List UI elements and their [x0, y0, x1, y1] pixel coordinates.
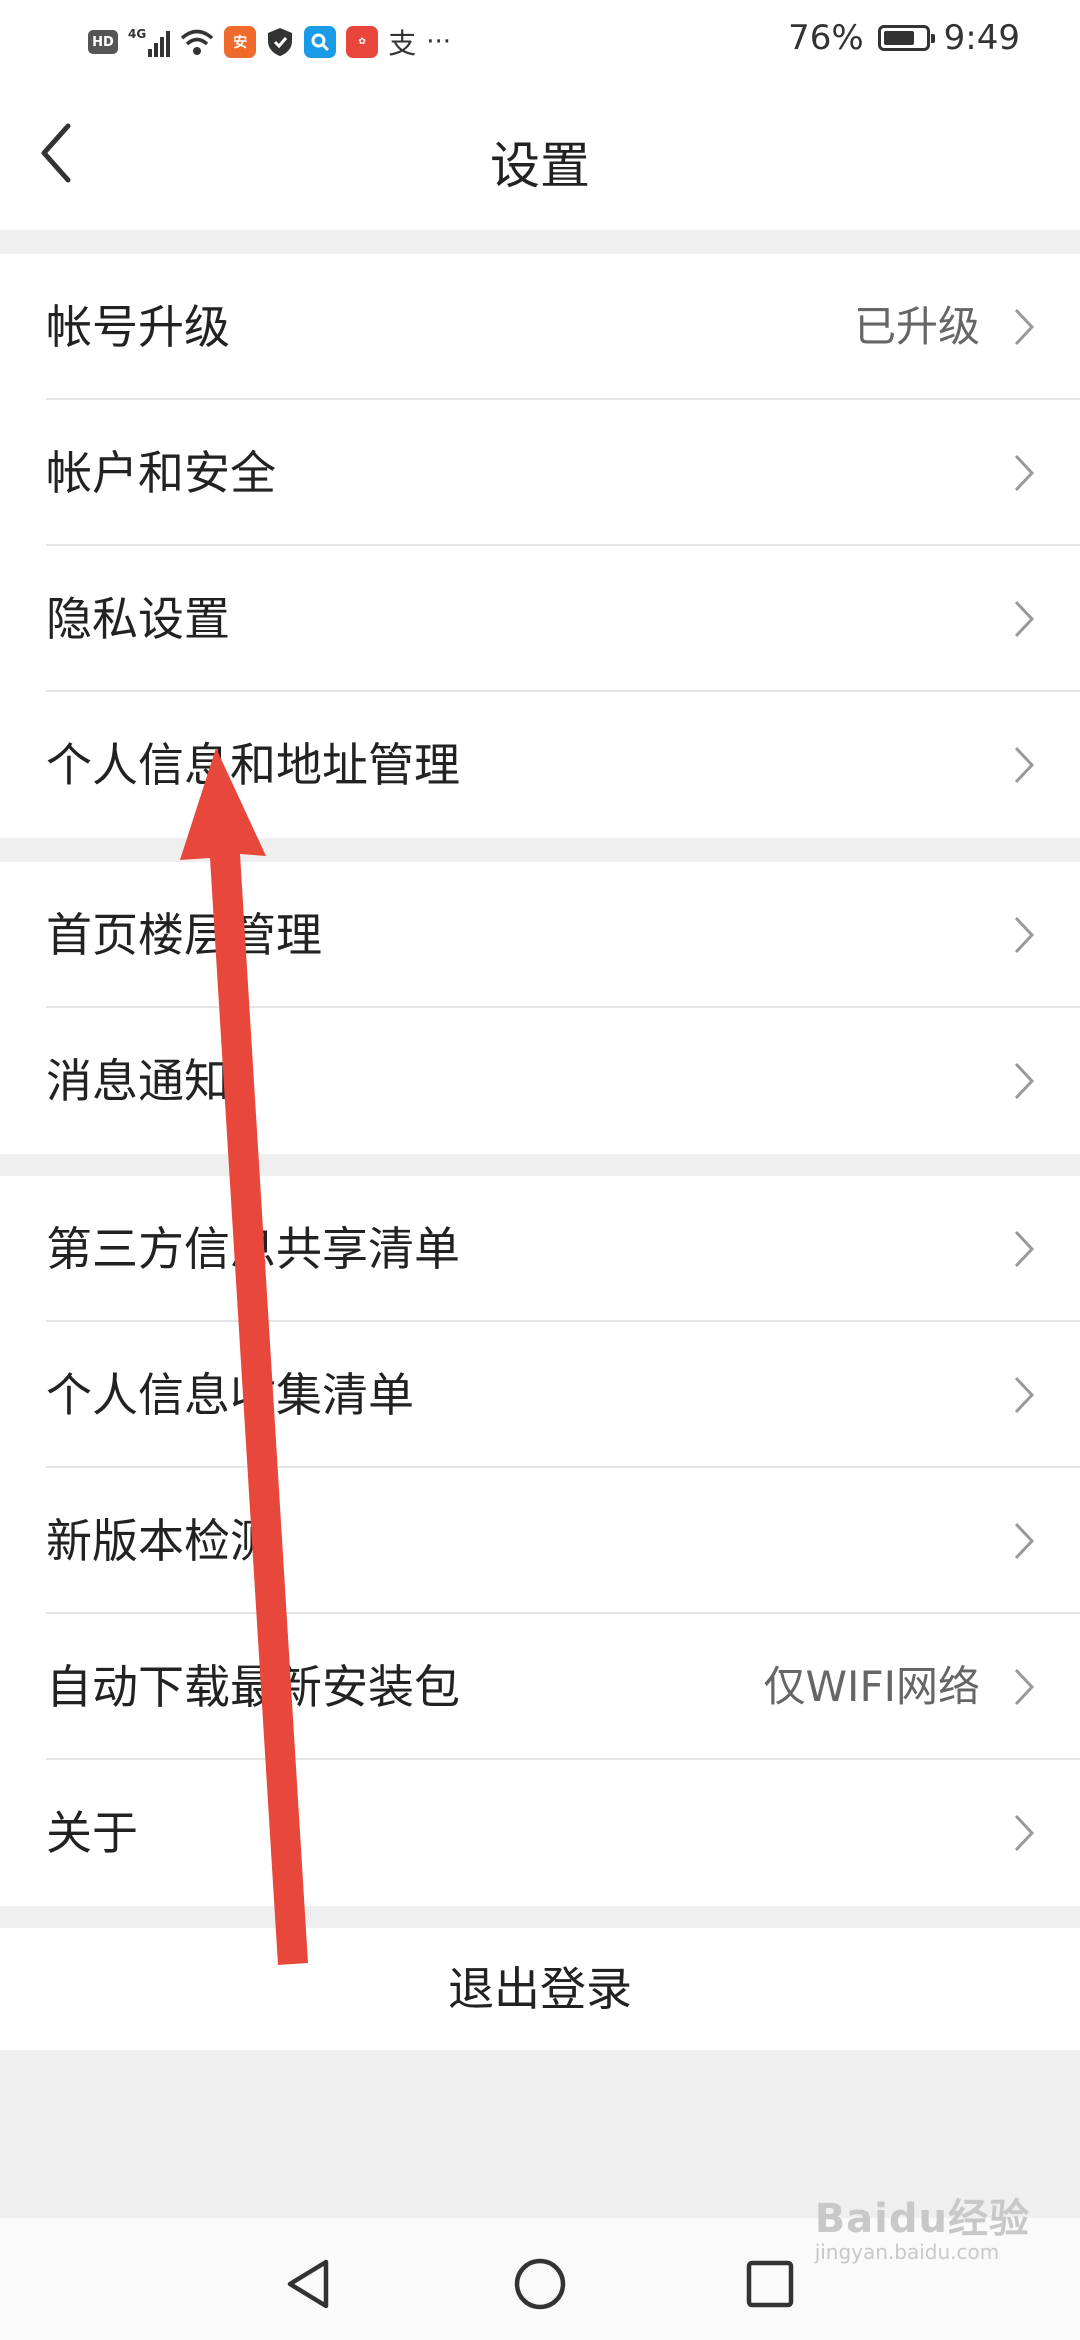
chevron-right-icon	[1014, 1522, 1035, 1560]
settings-item-account-security[interactable]: 帐户和安全	[0, 400, 1080, 546]
settings-item-label: 第三方信息共享清单	[46, 1222, 460, 1276]
settings-item-label: 帐户和安全	[46, 446, 276, 500]
chevron-right-icon	[1014, 1376, 1035, 1414]
watermark-brand: Baidu经验	[814, 2196, 1030, 2242]
settings-item-version-check[interactable]: 新版本检测	[0, 1468, 1080, 1614]
chevron-right-icon	[1014, 1814, 1035, 1852]
settings-section-home: 首页楼层管理 消息通知	[0, 862, 1080, 1154]
settings-item-label: 消息通知	[46, 1054, 230, 1108]
baidu-watermark: Baidu经验 jingyan.baidu.com	[815, 2186, 1030, 2264]
clock: 9:49	[943, 18, 1020, 58]
more-dots-icon: ···	[426, 27, 452, 57]
home-circle-icon[interactable]	[510, 2254, 570, 2314]
settings-item-value: 已升级	[853, 302, 980, 351]
app-header: 设置	[0, 80, 1080, 230]
shield-icon	[268, 28, 293, 56]
settings-item-info-collection[interactable]: 个人信息收集清单	[0, 1322, 1080, 1468]
settings-section-info: 第三方信息共享清单 个人信息收集清单 新版本检测 自动下载最新安装包 仅WIFI…	[0, 1176, 1080, 1906]
logout-button[interactable]: 退出登录	[0, 1928, 1080, 2050]
pingan-app-icon: 安	[224, 26, 257, 58]
status-bar: HD 4G 安 ✿ 支 ··· 76% 9:49	[0, 0, 1080, 80]
chevron-right-icon	[1014, 916, 1035, 954]
settings-item-label: 隐私设置	[46, 592, 230, 646]
status-right: 76% 9:49	[788, 18, 1020, 58]
chevron-right-icon	[1014, 454, 1035, 492]
settings-item-label: 帐号升级	[46, 300, 230, 354]
recents-square-icon[interactable]	[740, 2254, 800, 2314]
chevron-right-icon	[1014, 746, 1035, 784]
settings-item-label: 关于	[46, 1806, 138, 1860]
huawei-app-icon: ✿	[346, 26, 379, 58]
settings-section-account: 帐号升级 已升级 帐户和安全 隐私设置 个人信息和地址管理	[0, 254, 1080, 838]
settings-item-auto-download[interactable]: 自动下载最新安装包 仅WIFI网络	[0, 1614, 1080, 1760]
back-triangle-icon[interactable]	[280, 2254, 340, 2314]
chevron-right-icon	[1014, 1230, 1035, 1268]
settings-item-label: 自动下载最新安装包	[46, 1660, 460, 1714]
page-title: 设置	[490, 137, 590, 195]
battery-percent: 76%	[788, 18, 864, 58]
wifi-icon	[181, 29, 214, 55]
battery-icon	[877, 25, 935, 51]
alipay-icon: 支	[388, 27, 417, 60]
settings-item-notifications[interactable]: 消息通知	[0, 1008, 1080, 1154]
status-icons: HD 4G 安 ✿ 支 ···	[88, 22, 451, 62]
settings-item-label: 个人信息和地址管理	[46, 738, 460, 792]
watermark-url: jingyan.baidu.com	[814, 2240, 1000, 2264]
settings-item-third-party-sharing[interactable]: 第三方信息共享清单	[0, 1176, 1080, 1322]
settings-item-account-upgrade[interactable]: 帐号升级 已升级	[0, 254, 1080, 400]
settings-item-about[interactable]: 关于	[0, 1760, 1080, 1906]
chevron-right-icon	[1014, 1062, 1035, 1100]
settings-item-label: 新版本检测	[46, 1514, 276, 1568]
chevron-right-icon	[1014, 600, 1035, 638]
chevron-right-icon	[1014, 308, 1035, 346]
search-app-icon	[304, 26, 337, 58]
hd-badge: HD	[88, 30, 118, 54]
settings-item-personal-info-address[interactable]: 个人信息和地址管理	[0, 692, 1080, 838]
settings-item-label: 个人信息收集清单	[46, 1368, 414, 1422]
settings-item-value: 仅WIFI网络	[763, 1662, 980, 1711]
battery-fill	[883, 31, 914, 45]
settings-item-label: 首页楼层管理	[46, 908, 322, 962]
settings-item-privacy[interactable]: 隐私设置	[0, 546, 1080, 692]
settings-item-home-floor[interactable]: 首页楼层管理	[0, 862, 1080, 1008]
network-label: 4G	[128, 27, 147, 41]
4g-signal-icon: 4G	[128, 27, 171, 57]
chevron-right-icon	[1014, 1668, 1035, 1706]
